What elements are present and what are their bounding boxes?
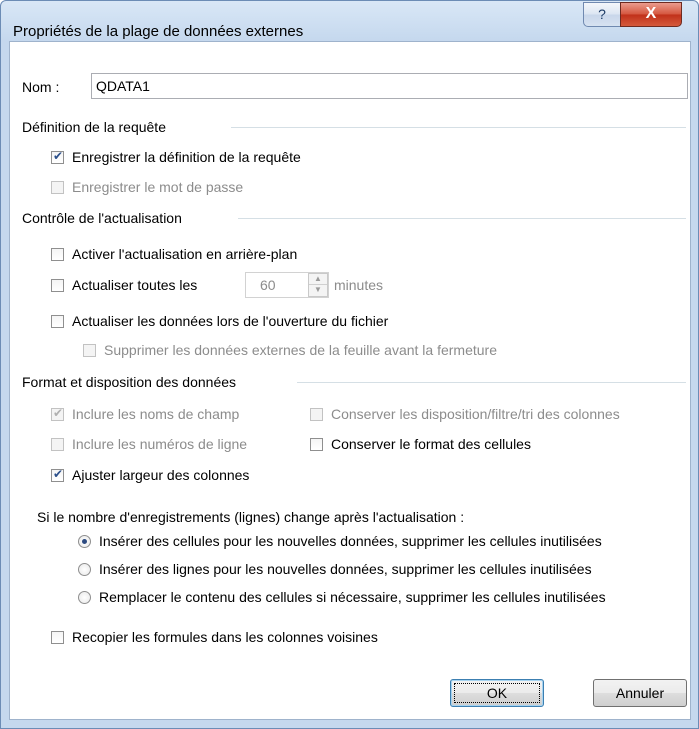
remove-before-close-checkbox[interactable] [83,344,96,357]
background-refresh-checkbox[interactable] [51,248,64,261]
checkmark-icon: ✔ [53,149,64,163]
window-title: Propriétés de la plage de données extern… [13,23,304,40]
close-icon: X [645,5,657,22]
radio-replace-cells[interactable] [78,591,91,604]
checkmark-icon: ✔ [53,406,64,420]
refresh-interval-spinner[interactable]: ▲ ▼ [308,273,328,297]
focus-rect [454,683,540,703]
remove-before-close-label: Supprimer les données externes de la feu… [104,342,497,358]
background-refresh-label: Activer l'actualisation en arrière-plan [72,246,298,262]
row-change-prompt: Si le nombre d'enregistrements (lignes) … [37,509,465,525]
save-query-label: Enregistrer la définition de la requête [72,149,301,165]
preserve-cell-format-checkbox[interactable] [310,438,323,451]
minutes-label: minutes [334,277,384,293]
radio-selected-dot [82,539,87,544]
save-password-label: Enregistrer le mot de passe [72,179,244,195]
include-row-numbers-label: Inclure les numéros de ligne [72,436,248,452]
adjust-column-width-checkbox[interactable]: ✔ [51,467,64,482]
name-input[interactable]: QDATA1 [91,73,688,99]
name-label: Nom : [22,79,60,95]
radio-insert-rows[interactable] [78,563,91,576]
radio-insert-cells-label: Insérer des cellules pour les nouvelles … [99,533,602,549]
checkmark-icon: ✔ [53,467,64,481]
preserve-column-sort-checkbox[interactable] [310,408,323,421]
group-divider [231,127,686,128]
group-divider [238,218,686,219]
ok-button[interactable]: OK [450,679,544,707]
adjust-column-width-label: Ajuster largeur des colonnes [72,467,250,483]
spin-up-icon[interactable]: ▲ [309,274,327,285]
spin-down-icon[interactable]: ▼ [309,285,327,296]
dialog-body: Nom : QDATA1 Définition de la requête ✔ … [9,41,691,720]
save-query-checkbox[interactable]: ✔ [51,149,64,164]
refresh-on-open-checkbox[interactable] [51,315,64,328]
query-definition-heading: Définition de la requête [22,119,166,135]
dialog-window: Propriétés de la plage de données extern… [0,0,699,729]
group-divider [297,382,686,383]
include-field-names-checkbox[interactable]: ✔ [51,406,64,421]
refresh-every-checkbox[interactable] [51,279,64,292]
radio-replace-cells-label: Remplacer le contenu des cellules si néc… [99,589,606,605]
help-button[interactable]: ? [583,2,621,27]
fill-down-formulas-label: Recopier les formules dans les colonnes … [72,629,378,645]
data-format-heading: Format et disposition des données [22,374,237,390]
fill-down-formulas-checkbox[interactable] [51,631,64,644]
cancel-label: Annuler [615,685,665,701]
title-bar: Propriétés de la plage de données extern… [1,1,698,41]
refresh-on-open-label: Actualiser les données lors de l'ouvertu… [72,313,389,329]
radio-insert-rows-label: Insérer des lignes pour les nouvelles do… [99,561,592,577]
close-button[interactable]: X [620,2,682,27]
refresh-control-heading: Contrôle de l'actualisation [22,210,182,226]
save-password-checkbox[interactable] [51,181,64,194]
preserve-cell-format-label: Conserver le format des cellules [331,436,531,452]
help-icon: ? [598,6,606,22]
include-field-names-label: Inclure les noms de champ [72,406,240,422]
cancel-button[interactable]: Annuler [593,679,687,707]
radio-insert-cells[interactable] [78,535,91,548]
include-row-numbers-checkbox[interactable] [51,438,64,451]
preserve-column-sort-label: Conserver les disposition/filtre/tri des… [331,406,620,422]
refresh-every-label: Actualiser toutes les [72,277,198,293]
